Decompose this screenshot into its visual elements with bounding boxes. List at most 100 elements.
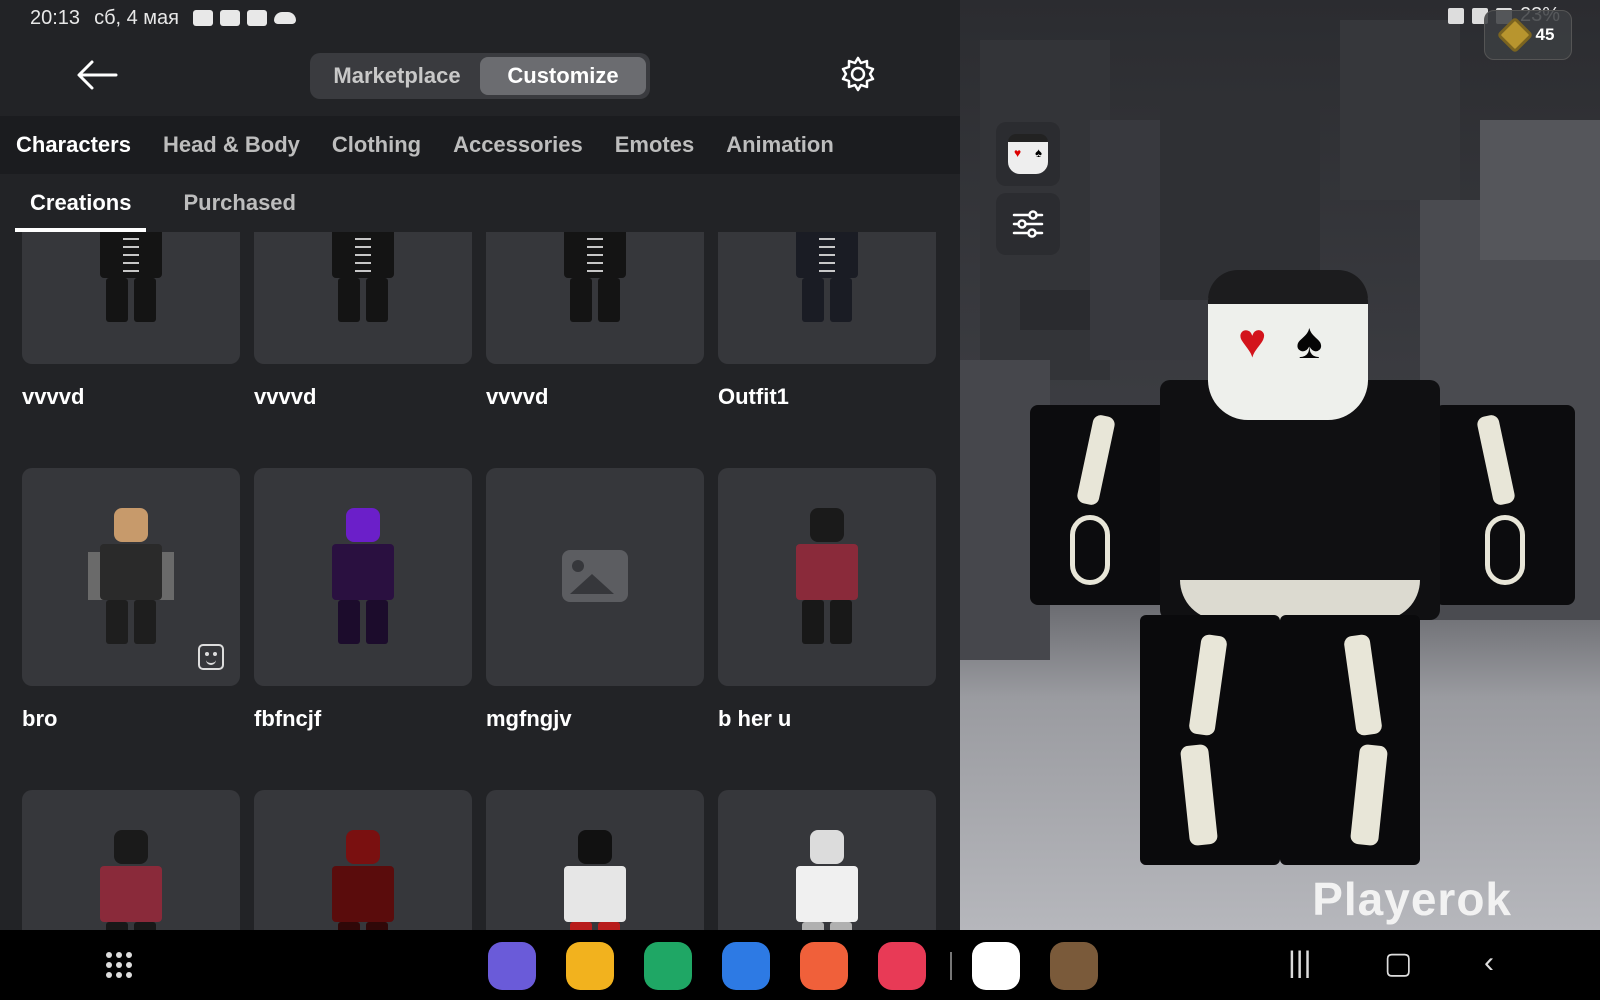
back-button[interactable]	[76, 58, 118, 92]
game-app-icon[interactable]	[1050, 942, 1098, 990]
outfit-card[interactable]: mgfngjv	[486, 468, 704, 732]
outfit-card[interactable]	[718, 790, 936, 930]
nav-back-button[interactable]: ‹	[1484, 946, 1494, 980]
files-app-icon[interactable]	[566, 942, 614, 990]
tab-marketplace[interactable]: Marketplace	[314, 57, 480, 95]
avatar-figure	[796, 232, 858, 322]
avatar-head-icon	[1008, 134, 1048, 174]
outfit-card[interactable]	[22, 790, 240, 930]
outfit-card[interactable]: vvvvd	[486, 232, 704, 410]
outfit-thumbnail	[22, 790, 240, 930]
avatar-figure	[100, 232, 162, 322]
recents-button[interactable]: |||	[1288, 946, 1311, 980]
outfit-thumbnail	[718, 790, 936, 930]
adjust-settings-button[interactable]	[996, 193, 1060, 255]
outfit-thumbnail	[486, 232, 704, 364]
tab-animation[interactable]: Animation	[726, 132, 834, 158]
heart-icon: ♥	[1238, 315, 1267, 368]
camera-app-icon[interactable]	[878, 942, 926, 990]
avatar-figure	[100, 830, 162, 930]
tab-emotes[interactable]: Emotes	[615, 132, 694, 158]
avatar-figure	[332, 232, 394, 322]
contacts-app-icon[interactable]	[800, 942, 848, 990]
tab-accessories[interactable]: Accessories	[453, 132, 583, 158]
avatar-figure	[564, 232, 626, 322]
robux-balance[interactable]: 45	[1484, 10, 1572, 60]
outfit-name: mgfngjv	[486, 706, 572, 731]
category-tabs: Characters Head & Body Clothing Accessor…	[0, 116, 960, 174]
mute-icon	[1447, 7, 1464, 24]
outfit-thumbnail	[486, 790, 704, 930]
outfit-thumbnail	[22, 232, 240, 364]
tab-characters[interactable]: Characters	[16, 132, 131, 158]
avatar-figure	[332, 830, 394, 930]
watermark: Playerok	[1312, 873, 1512, 925]
gear-icon	[841, 56, 875, 92]
outfit-card[interactable]: bro	[22, 468, 240, 732]
outfit-name: bro	[22, 706, 58, 731]
cloud-icon	[274, 12, 297, 24]
tab-customize[interactable]: Customize	[480, 57, 646, 95]
outfit-name: vvvvd	[22, 384, 85, 409]
tab-creations[interactable]: Creations	[15, 190, 147, 232]
avatar-right-arm	[1435, 405, 1575, 605]
youtube-icon	[193, 10, 214, 26]
dock-divider	[950, 952, 952, 980]
outfit-name: b her u	[718, 706, 792, 731]
outfit-thumbnail	[486, 468, 704, 686]
outfit-name: Outfit1	[718, 384, 789, 409]
avatar-figure	[564, 830, 626, 930]
outfit-thumbnail	[22, 468, 240, 686]
google-app-icon[interactable]	[972, 942, 1020, 990]
top-bar: Marketplace Customize	[0, 36, 960, 116]
outfit-name: vvvvd	[254, 384, 317, 409]
sliders-icon	[1012, 210, 1044, 238]
outfit-card[interactable]: vvvvd	[254, 232, 472, 410]
outfit-card[interactable]: vvvvd	[22, 232, 240, 410]
messages-app-icon[interactable]	[722, 942, 770, 990]
avatar-figure	[796, 830, 858, 930]
outfit-name: vvvvd	[486, 384, 549, 409]
outfit-card[interactable]: fbfncjf	[254, 468, 472, 732]
avatar-right-leg	[1280, 615, 1420, 865]
robux-count: 45	[1535, 25, 1555, 44]
arrow-left-icon	[77, 60, 118, 90]
outfit-thumbnail	[718, 468, 936, 686]
spade-icon: ♠	[1296, 313, 1323, 369]
avatar-preview[interactable]: ♥ ♠	[1030, 240, 1590, 890]
image-placeholder-icon	[562, 550, 628, 602]
customize-panel: Marketplace Customize Characters Head & …	[0, 0, 960, 930]
tab-clothing[interactable]: Clothing	[332, 132, 421, 158]
avatar-thumbnail-button[interactable]	[996, 122, 1060, 186]
avatar-figure	[100, 508, 162, 644]
tab-head-body[interactable]: Head & Body	[163, 132, 300, 158]
avatar-left-leg	[1140, 615, 1280, 865]
gallery-icon	[247, 10, 268, 26]
mode-switch: Marketplace Customize	[310, 53, 650, 99]
clock: 20:13	[30, 6, 81, 29]
robux-icon	[1496, 16, 1533, 54]
outfit-grid[interactable]: vvvvd vvvvd vvvvd Outfit1 bro fbfncjf mgfngjv b…	[0, 232, 960, 930]
date: сб, 4 мая	[94, 6, 180, 29]
outfit-thumbnail	[718, 232, 936, 364]
phone-app-icon[interactable]	[644, 942, 692, 990]
home-button[interactable]: ▢	[1384, 946, 1412, 981]
internet-app-icon[interactable]	[488, 942, 536, 990]
outfit-card[interactable]: b her u	[718, 468, 936, 732]
app-drawer-button[interactable]	[106, 952, 132, 978]
avatar-figure	[332, 508, 394, 644]
tab-purchased[interactable]: Purchased	[168, 190, 311, 232]
avatar-figure	[796, 508, 858, 644]
outfit-thumbnail	[254, 468, 472, 686]
avatar-left-arm	[1030, 405, 1170, 605]
emote-icon	[198, 644, 224, 670]
avatar-head: ♥ ♠	[1208, 270, 1368, 420]
settings-button[interactable]	[838, 54, 878, 94]
outfit-name: fbfncjf	[254, 706, 322, 731]
outfit-card[interactable]	[486, 790, 704, 930]
outfit-card[interactable]	[254, 790, 472, 930]
outfit-card[interactable]: Outfit1	[718, 232, 936, 410]
outfit-thumbnail	[254, 790, 472, 930]
sub-tabs: Creations Purchased	[0, 174, 960, 232]
avatar-pelvis	[1180, 580, 1420, 620]
